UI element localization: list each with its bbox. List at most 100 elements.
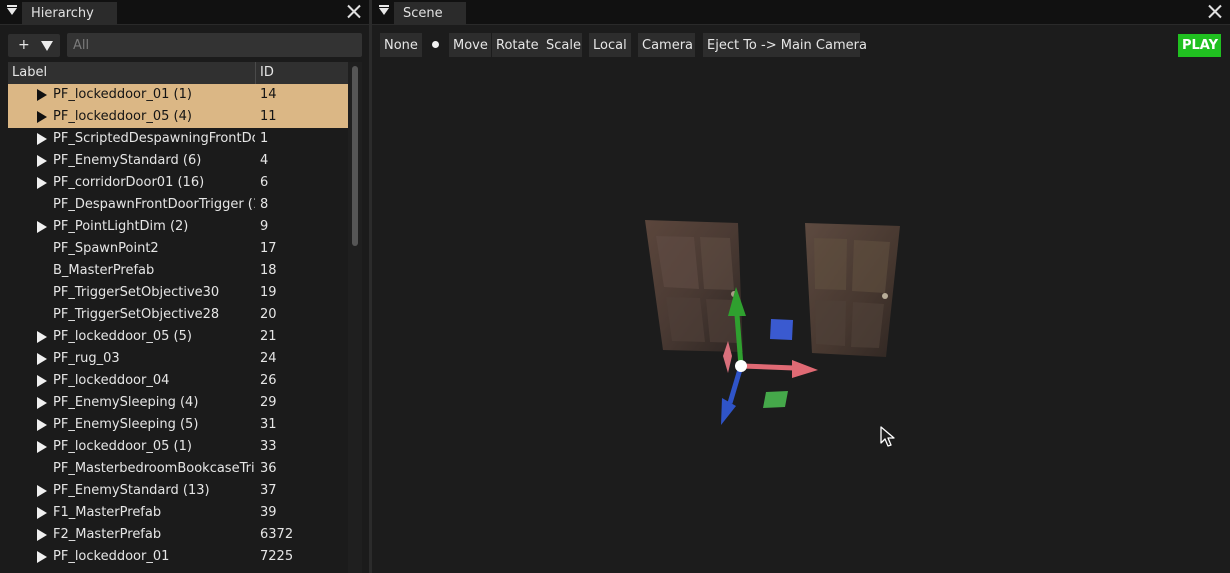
- column-header-id[interactable]: ID: [260, 65, 274, 80]
- row-id: 21: [260, 329, 277, 344]
- table-row[interactable]: PF_DespawnFrontDoorTrigger (1) 8: [8, 194, 348, 216]
- table-row[interactable]: PF_ScriptedDespawningFrontDoor 1: [8, 128, 348, 150]
- panel-menu-icon[interactable]: [379, 5, 389, 15]
- add-label: +: [18, 37, 30, 53]
- add-object-button[interactable]: +: [8, 34, 60, 57]
- expand-arrow-icon[interactable]: [37, 507, 47, 519]
- scrollbar-thumb[interactable]: [352, 66, 358, 246]
- mouse-cursor-icon: [880, 426, 895, 447]
- gizmo-scale-button[interactable]: Scale: [542, 33, 582, 57]
- close-icon[interactable]: [1208, 4, 1222, 18]
- close-icon[interactable]: [347, 4, 361, 18]
- table-row[interactable]: PF_lockeddoor_04 26: [8, 370, 348, 392]
- tab-hierarchy[interactable]: Hierarchy: [22, 2, 117, 25]
- table-row[interactable]: F1_MasterPrefab 39: [8, 502, 348, 524]
- row-label: PF_rug_03: [53, 351, 120, 366]
- expand-arrow-icon[interactable]: [37, 485, 47, 497]
- table-row[interactable]: PF_lockeddoor_01 (1) 14: [8, 84, 348, 106]
- row-id: 31: [260, 417, 277, 432]
- table-row[interactable]: PF_lockeddoor_05 (4) 11: [8, 106, 348, 128]
- table-row[interactable]: PF_lockeddoor_05 (5) 21: [8, 326, 348, 348]
- table-row[interactable]: PF_lockeddoor_01 7225: [8, 546, 348, 568]
- gizmo-x-axis[interactable]: [741, 363, 795, 371]
- expand-arrow-icon[interactable]: [37, 397, 47, 409]
- row-id: 6: [260, 175, 269, 190]
- row-label: PF_PointLightDim (2): [53, 219, 189, 234]
- scene-panel: Scene None Move Rotate Scale Local Camer…: [372, 0, 1230, 573]
- table-row[interactable]: PF_MasterbedroomBookcaseTrigger 36: [8, 458, 348, 480]
- table-row[interactable]: PF_rug_03 24: [8, 348, 348, 370]
- expand-arrow-icon[interactable]: [37, 419, 47, 431]
- gizmo-move-button[interactable]: Move: [449, 33, 491, 57]
- expand-arrow-icon[interactable]: [37, 441, 47, 453]
- table-row[interactable]: PF_EnemySleeping (5) 31: [8, 414, 348, 436]
- panel-menu-icon[interactable]: [7, 5, 17, 15]
- table-row[interactable]: PF_corridorDoor01 (16) 6: [8, 172, 348, 194]
- column-header-label[interactable]: Label: [12, 65, 47, 80]
- gizmo-center-handle[interactable]: [735, 360, 747, 372]
- expand-arrow-icon[interactable]: [37, 353, 47, 365]
- row-label: PF_lockeddoor_05 (5): [53, 329, 192, 344]
- table-row[interactable]: F2_MasterPrefab 6372: [8, 524, 348, 546]
- scene-viewport[interactable]: [372, 60, 1230, 573]
- row-label: PF_MasterbedroomBookcaseTrigger: [53, 461, 255, 476]
- row-id: 19: [260, 285, 277, 300]
- row-label: PF_ScriptedDespawningFrontDoor: [53, 131, 255, 146]
- row-label: PF_EnemySleeping (4): [53, 395, 199, 410]
- tab-scene[interactable]: Scene: [394, 2, 466, 25]
- filter-input[interactable]: [67, 33, 362, 57]
- table-row[interactable]: PF_lockeddoor_05 (1) 33: [8, 436, 348, 458]
- expand-arrow-icon[interactable]: [37, 551, 47, 563]
- row-id: 4: [260, 153, 269, 168]
- gizmo-none-button[interactable]: None: [380, 33, 422, 57]
- table-row[interactable]: PF_TriggerSetObjective30 19: [8, 282, 348, 304]
- table-row[interactable]: PF_SpawnPoint2 17: [8, 238, 348, 260]
- row-id: 8: [260, 197, 269, 212]
- table-row[interactable]: PF_TriggerSetObjective28 20: [8, 304, 348, 326]
- column-divider[interactable]: [255, 62, 256, 84]
- table-row[interactable]: PF_EnemyStandard (13) 37: [8, 480, 348, 502]
- hierarchy-scrollbar[interactable]: [348, 62, 362, 573]
- row-id: 7225: [260, 549, 294, 564]
- hierarchy-panel: Hierarchy + Label ID PF_lockeddoor_01 (1…: [0, 0, 369, 573]
- table-row[interactable]: PF_EnemyStandard (6) 4: [8, 150, 348, 172]
- row-id: 14: [260, 87, 277, 102]
- row-label: F2_MasterPrefab: [53, 527, 162, 542]
- row-label: PF_lockeddoor_01 (1): [53, 87, 192, 102]
- row-label: B_MasterPrefab: [53, 263, 155, 278]
- expand-arrow-icon[interactable]: [37, 375, 47, 387]
- row-id: 26: [260, 373, 277, 388]
- row-id: 33: [260, 439, 277, 454]
- row-id: 17: [260, 241, 277, 256]
- transform-gizmo[interactable]: [721, 287, 818, 425]
- hierarchy-table: Label ID PF_lockeddoor_01 (1) 14 PF_locked…: [8, 62, 348, 573]
- table-row[interactable]: B_MasterPrefab 18: [8, 260, 348, 282]
- row-id: 6372: [260, 527, 294, 542]
- gizmo-x-arrow-icon[interactable]: [792, 360, 818, 378]
- eject-to-main-camera-button[interactable]: Eject To -> Main Camera: [703, 33, 867, 57]
- expand-arrow-icon[interactable]: [37, 177, 47, 189]
- row-label: PF_lockeddoor_05 (4): [53, 109, 192, 124]
- door-left[interactable]: [645, 220, 743, 352]
- row-label: PF_TriggerSetObjective30: [53, 285, 220, 300]
- door-right[interactable]: [805, 223, 900, 357]
- expand-arrow-icon[interactable]: [37, 331, 47, 343]
- camera-button[interactable]: Camera: [638, 33, 695, 57]
- expand-arrow-icon[interactable]: [37, 155, 47, 167]
- gizmo-plane-xz-handle[interactable]: [763, 391, 788, 408]
- gizmo-z-arrow-icon[interactable]: [721, 398, 736, 425]
- expand-arrow-icon[interactable]: [37, 529, 47, 541]
- space-local-button[interactable]: Local: [589, 33, 631, 57]
- row-id: 39: [260, 505, 277, 520]
- expand-arrow-icon[interactable]: [37, 111, 47, 123]
- row-label: PF_corridorDoor01 (16): [53, 175, 205, 190]
- expand-arrow-icon[interactable]: [37, 221, 47, 233]
- expand-arrow-icon[interactable]: [37, 133, 47, 145]
- gizmo-plane-xy-handle[interactable]: [770, 319, 793, 340]
- expand-arrow-icon[interactable]: [37, 89, 47, 101]
- row-label: PF_TriggerSetObjective28: [53, 307, 220, 322]
- gizmo-rotate-button[interactable]: Rotate: [492, 33, 542, 57]
- table-row[interactable]: PF_EnemySleeping (4) 29: [8, 392, 348, 414]
- table-row[interactable]: PF_PointLightDim (2) 9: [8, 216, 348, 238]
- play-button[interactable]: PLAY: [1178, 34, 1221, 57]
